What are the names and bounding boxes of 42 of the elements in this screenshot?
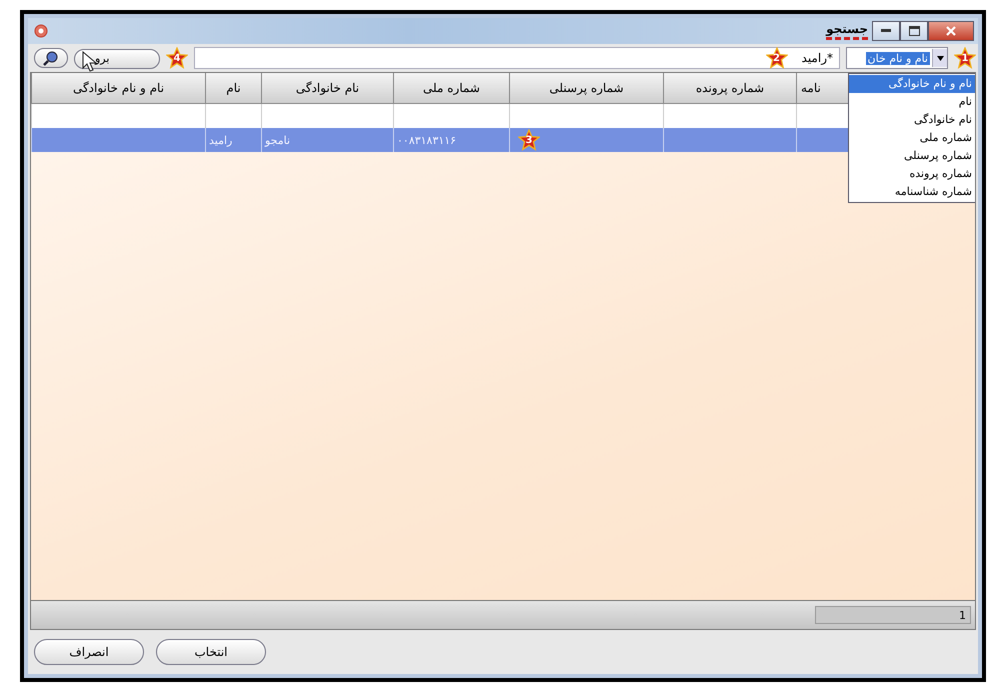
table-cell[interactable]: 3: [510, 128, 664, 152]
dropdown-option[interactable]: شماره شناسنامه: [849, 183, 975, 201]
window-title: جستجو: [826, 22, 868, 40]
go-button[interactable]: برو: [74, 48, 160, 69]
dropdown-option[interactable]: نام خانوادگی: [849, 111, 975, 129]
table-cell[interactable]: [32, 104, 206, 128]
table-cell[interactable]: [32, 128, 206, 152]
maximize-button[interactable]: [900, 21, 928, 41]
table-cell[interactable]: [664, 128, 796, 152]
dialog-button[interactable]: انتخاب: [156, 639, 266, 665]
column-header[interactable]: نام و نام خانوادگی: [32, 73, 206, 104]
dialog-button[interactable]: انصراف: [34, 639, 144, 665]
close-icon: [946, 26, 956, 36]
table-cell[interactable]: [394, 104, 510, 128]
step-star-badge: 1: [954, 47, 976, 69]
search-button[interactable]: [34, 48, 68, 68]
minimize-button[interactable]: [872, 21, 900, 41]
dropdown-option[interactable]: شماره پرونده: [849, 165, 975, 183]
field-dropdown[interactable]: نام و نام خان: [846, 47, 948, 69]
column-header[interactable]: شماره ملی: [394, 73, 510, 104]
table-cell[interactable]: [262, 104, 394, 128]
dropdown-option[interactable]: شماره پرسنلی: [849, 147, 975, 165]
maximize-icon: [908, 26, 920, 36]
dropdown-arrow-icon: [936, 56, 944, 60]
app-icon: [34, 24, 48, 38]
dropdown-option[interactable]: شماره ملی: [849, 129, 975, 147]
dropdown-option[interactable]: نام: [849, 93, 975, 111]
table-cell[interactable]: [510, 104, 664, 128]
close-button[interactable]: [928, 21, 974, 41]
column-header[interactable]: نام خانوادگی: [262, 73, 394, 104]
step-star-badge: 3: [518, 129, 540, 151]
search-icon: [43, 50, 59, 66]
table-cell[interactable]: [664, 104, 796, 128]
column-header[interactable]: نام: [206, 73, 262, 104]
table-cell[interactable]: [206, 104, 262, 128]
step-star-badge: 2: [766, 47, 788, 69]
dropdown-option[interactable]: نام و نام خانوادگی: [849, 75, 975, 93]
step-star-badge: 4: [166, 47, 188, 69]
column-header[interactable]: شماره پرونده: [664, 73, 796, 104]
column-header[interactable]: شماره پرسنلی: [510, 73, 664, 104]
record-count-field: 1: [815, 606, 971, 624]
minimize-icon: [881, 29, 891, 33]
